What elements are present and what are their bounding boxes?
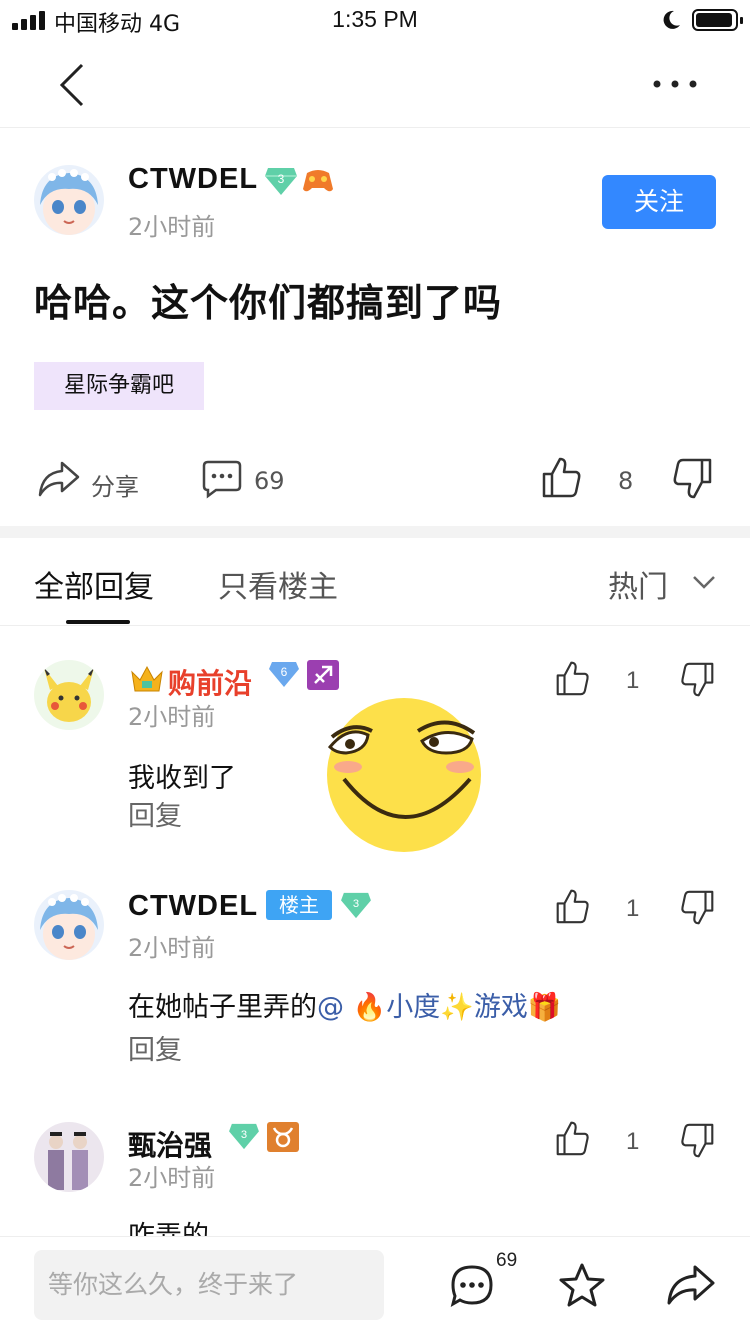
star-icon[interactable] — [558, 1262, 606, 1308]
taurus-icon — [267, 1122, 299, 1152]
share-label[interactable]: 分享 — [91, 467, 139, 502]
back-icon[interactable] — [52, 62, 92, 108]
active-tab-indicator — [66, 620, 130, 624]
tab-op-only[interactable]: 只看楼主 — [218, 562, 338, 606]
svg-text:3: 3 — [241, 1129, 247, 1141]
comment-avatar[interactable] — [34, 890, 104, 960]
comment-text-body: 在她帖子里弄的 — [128, 992, 317, 1023]
thumbs-up-icon[interactable] — [542, 456, 582, 498]
svg-text:3: 3 — [278, 172, 285, 186]
comment-avatar[interactable] — [34, 1122, 104, 1192]
mention-link[interactable]: @ 🔥小度✨游戏🎁 — [317, 992, 561, 1023]
comment-like-count: 1 — [626, 667, 640, 694]
post-time: 2小时前 — [128, 213, 216, 241]
avatar[interactable] — [34, 165, 104, 235]
crown-icon — [131, 665, 163, 692]
section-divider — [0, 526, 750, 538]
comment-avatar[interactable] — [34, 660, 104, 730]
moon-icon — [663, 10, 680, 29]
thumbs-down-icon[interactable] — [680, 890, 714, 926]
status-bar: 中国移动 4G 1:35 PM — [0, 0, 750, 40]
svg-text:3: 3 — [353, 898, 359, 910]
battery-icon — [692, 9, 743, 31]
more-icon[interactable] — [650, 74, 700, 94]
sort-dropdown[interactable]: 热门 — [608, 562, 668, 606]
sagittarius-icon — [307, 660, 339, 690]
nav-bar — [0, 40, 750, 128]
thumbs-up-icon[interactable] — [556, 660, 590, 696]
comment-time: 2小时前 — [128, 934, 216, 962]
thumbs-up-icon[interactable] — [556, 1120, 590, 1156]
level-gem-icon: 3 — [341, 892, 371, 919]
comment-time: 2小时前 — [128, 1164, 216, 1192]
reply-link[interactable]: 回复 — [128, 794, 182, 833]
comment-time: 2小时前 — [128, 703, 216, 731]
clock: 1:35 PM — [332, 6, 418, 32]
tab-all-replies[interactable]: 全部回复 — [34, 562, 154, 606]
reply-link[interactable]: 回复 — [128, 1028, 182, 1067]
comment-like-count: 1 — [626, 1128, 640, 1155]
post-title: 哈哈。这个你们都搞到了吗 — [34, 281, 503, 325]
smirk-emoji-sticker — [327, 698, 481, 852]
svg-text:6: 6 — [281, 665, 288, 679]
post-author-name[interactable]: CTWDEL — [128, 163, 258, 196]
comment-text: 在她帖子里弄的@ 🔥小度✨游戏🎁 — [128, 985, 561, 1024]
follow-button[interactable]: 关注 — [602, 175, 716, 229]
share-icon[interactable] — [666, 1264, 716, 1306]
op-badge: 楼主 — [266, 890, 332, 920]
commenter-name[interactable]: 购前沿 — [168, 662, 252, 702]
level-gem-icon: 6 — [269, 662, 299, 687]
thumbs-down-icon[interactable] — [680, 1123, 714, 1159]
level-gem-icon: 3 — [229, 1123, 259, 1150]
gamepad-icon — [303, 170, 333, 192]
like-count: 8 — [618, 467, 634, 495]
level-gem-icon: 3 — [265, 168, 297, 195]
chevron-down-icon[interactable] — [692, 574, 716, 590]
comment-text: 我收到了 — [128, 763, 236, 794]
comment-icon[interactable] — [450, 1264, 494, 1308]
reply-input[interactable]: 等你这么久，终于来了 — [34, 1250, 384, 1320]
share-icon[interactable] — [38, 460, 80, 498]
comment-icon[interactable] — [202, 460, 242, 499]
comment-count: 69 — [254, 467, 285, 495]
thumbs-down-icon[interactable] — [672, 458, 712, 500]
comment-like-count: 1 — [626, 895, 640, 922]
commenter-name[interactable]: CTWDEL — [128, 890, 258, 923]
thumbs-up-icon[interactable] — [556, 888, 590, 924]
bottom-comment-count: 69 — [496, 1250, 518, 1271]
thumbs-down-icon[interactable] — [680, 662, 714, 698]
forum-tag[interactable]: 星际争霸吧 — [34, 362, 204, 410]
